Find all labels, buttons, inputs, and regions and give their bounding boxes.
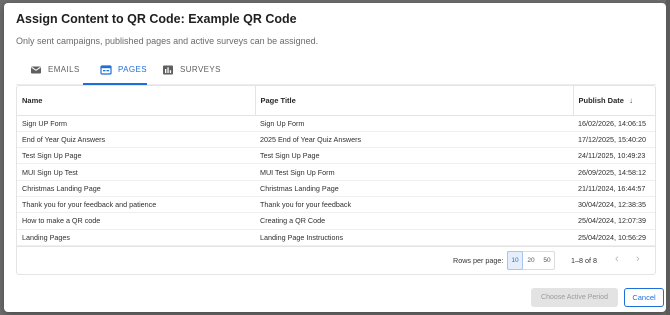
table-row[interactable]: Thank you for your feedback and patience… [17,196,655,214]
table-row[interactable]: Test Sign Up Page Test Sign Up Page 24/1… [17,147,655,165]
cell-name: MUI Sign Up Test [17,163,255,181]
cell-name: Christmas Landing Page [17,180,255,197]
tab-surveys-label: SURVEYS [180,65,221,74]
rows-per-page-option-50[interactable]: 50 [539,251,555,270]
backdrop-edge [666,0,670,315]
cell-page-title: Landing Page Instructions [255,229,573,246]
pagination-range: 1–8 of 8 [571,256,597,265]
chevron-right-icon[interactable]: › [636,253,640,265]
table-row[interactable]: Christmas Landing Page Christmas Landing… [17,180,655,197]
cell-publish-date: 26/09/2025, 14:58:12 [573,163,655,181]
cell-name: How to make a QR code [17,212,255,230]
chevron-left-icon[interactable]: ‹ [615,253,619,265]
cell-page-title: MUI Test Sign Up Form [255,163,573,181]
cell-publish-date: 24/11/2025, 10:49:23 [573,147,655,165]
dialog-subtitle: Only sent campaigns, published pages and… [16,36,319,46]
cell-name: Sign UP Form [17,115,255,132]
cell-publish-date: 25/04/2024, 12:07:39 [573,212,655,230]
tab-surveys[interactable]: SURVEYS [162,55,221,84]
cell-publish-date: 25/04/2024, 10:56:29 [573,229,655,246]
cell-page-title: Creating a QR Code [255,212,573,230]
cell-publish-date: 16/02/2026, 14:06:15 [573,115,655,132]
rows-per-page-label: Rows per page: [453,256,504,265]
email-icon [30,64,42,76]
table-row[interactable]: MUI Sign Up Test MUI Test Sign Up Form 2… [17,163,655,181]
column-header-page-title[interactable]: Page Title [255,86,574,116]
rows-per-page-option-20[interactable]: 20 [523,251,539,270]
rows-per-page-option-10[interactable]: 10 [507,251,523,270]
column-header-publish-date[interactable]: Publish Date ↓ [573,86,655,116]
tab-pages[interactable]: PAGES [100,55,147,84]
cell-publish-date: 30/04/2024, 12:38:35 [573,196,655,214]
tab-pages-label: PAGES [118,65,147,74]
cell-publish-date: 17/12/2025, 15:40:20 [573,131,655,149]
table-row[interactable]: How to make a QR code Creating a QR Code… [17,212,655,230]
cell-name: Landing Pages [17,229,255,246]
cell-page-title: 2025 End of Year Quiz Answers [255,131,573,149]
cell-page-title: Christmas Landing Page [255,180,573,197]
table-row[interactable]: Landing Pages Landing Page Instructions … [17,229,655,246]
tab-emails[interactable]: EMAILS [30,55,80,84]
cell-publish-date: 21/11/2024, 16:44:57 [573,180,655,197]
tab-emails-label: EMAILS [48,65,80,74]
choose-active-period-button[interactable]: Choose Active Period [531,288,618,307]
cell-page-title: Thank you for your feedback [255,196,573,214]
arrow-down-icon[interactable]: ↓ [629,96,633,105]
page-icon [100,64,112,76]
column-header-name[interactable]: Name [17,86,256,116]
bar-chart-icon [162,64,174,76]
content-type-tabs: EMAILS PAGES SURVEYS [16,55,662,84]
pages-table: Name Page Title Publish Date ↓ Sign UP Fo… [16,85,656,275]
cell-name: Test Sign Up Page [17,147,255,165]
cell-page-title: Test Sign Up Page [255,147,573,165]
table-row[interactable]: Sign UP Form Sign Up Form 16/02/2026, 14… [17,115,655,132]
table-header-row: Name Page Title Publish Date ↓ [17,86,655,116]
cancel-button[interactable]: Cancel [624,288,664,307]
cell-name: Thank you for your feedback and patience [17,196,255,214]
cell-name: End of Year Quiz Answers [17,131,255,149]
cell-page-title: Sign Up Form [255,115,573,132]
table-pagination: Rows per page: 10 20 50 1–8 of 8 ‹ › [17,246,655,274]
assign-content-dialog: Assign Content to QR Code: Example QR Co… [4,3,666,312]
dialog-title: Assign Content to QR Code: Example QR Co… [16,12,297,26]
table-row[interactable]: End of Year Quiz Answers 2025 End of Yea… [17,131,655,149]
